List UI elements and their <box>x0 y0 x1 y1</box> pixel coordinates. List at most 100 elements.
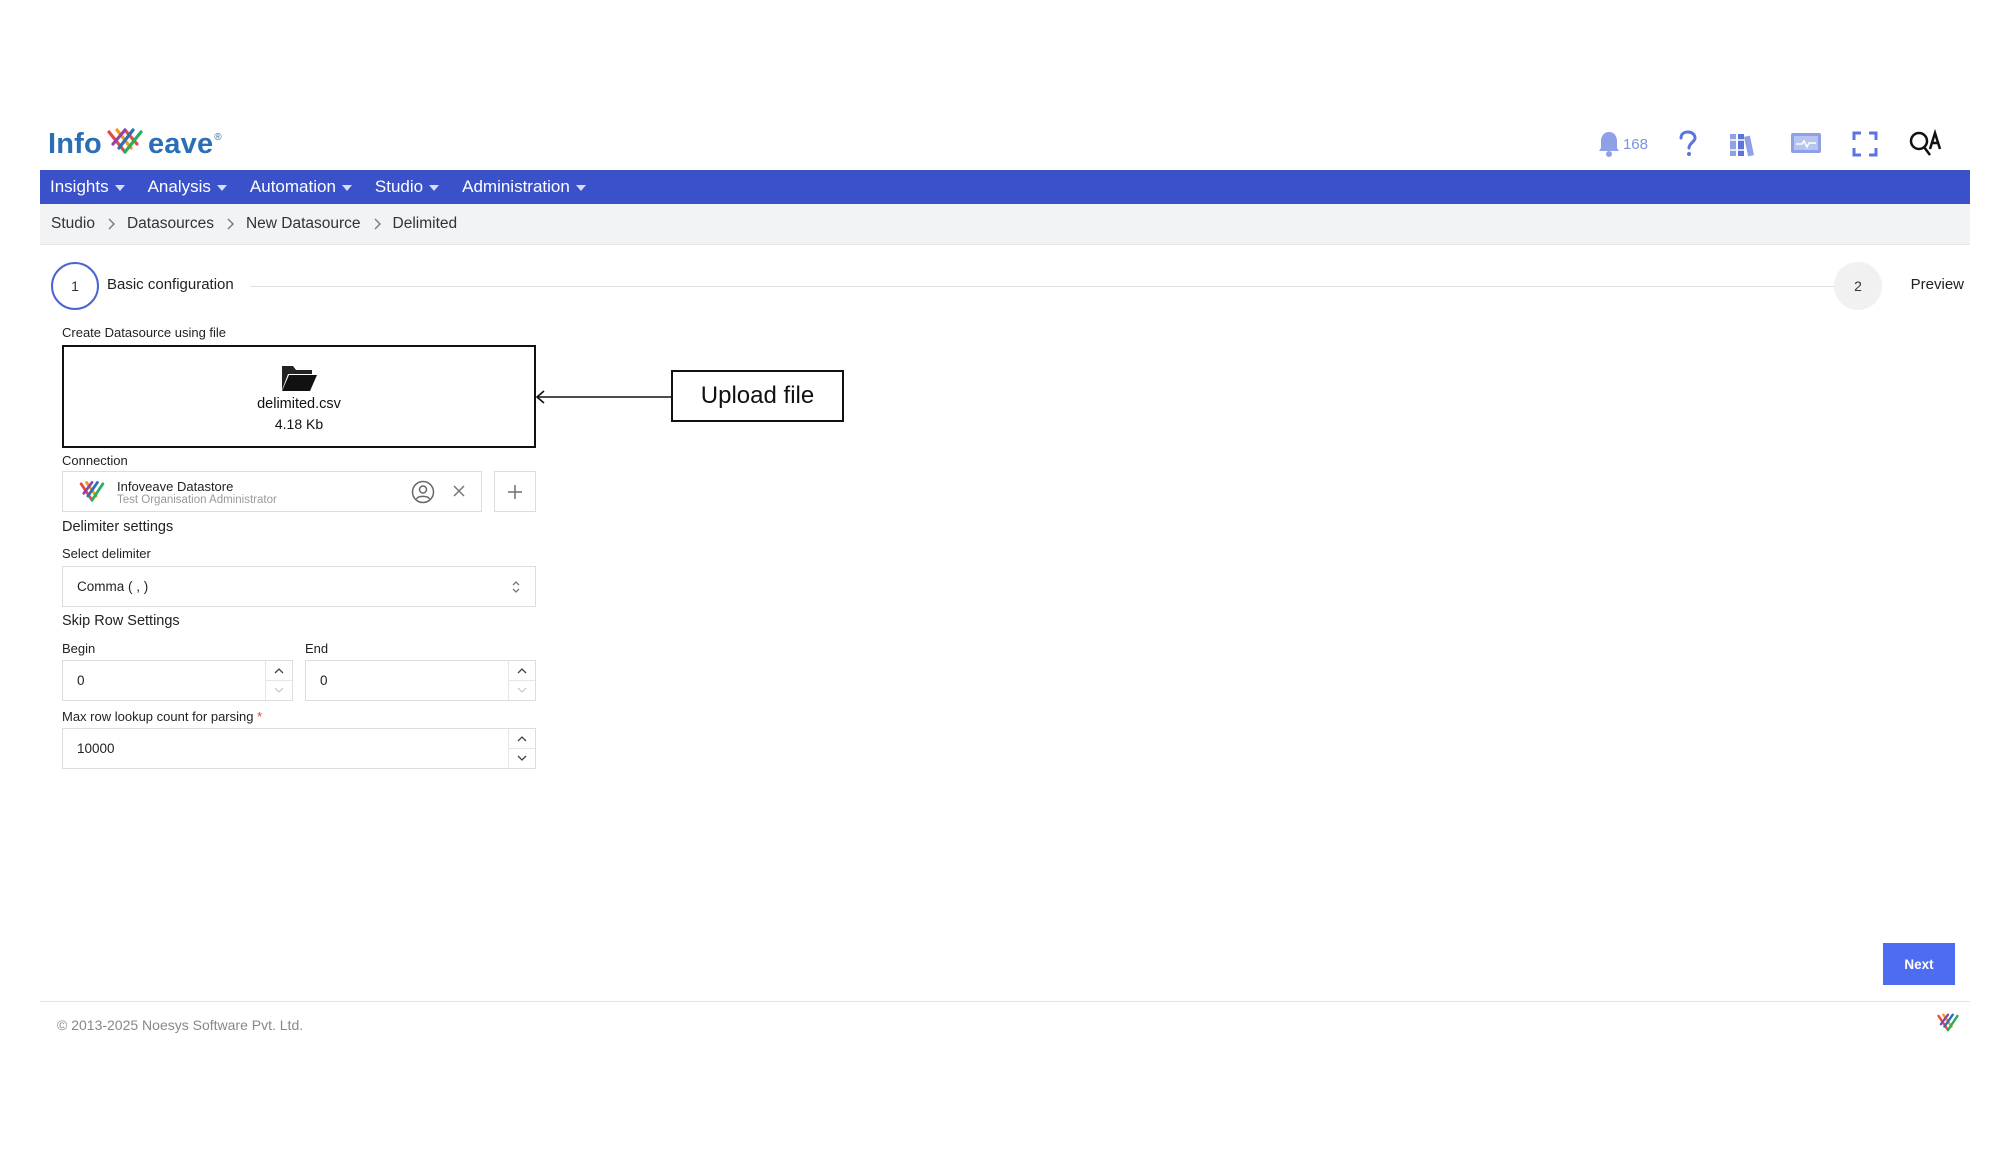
logo-registered-mark: ® <box>214 131 222 143</box>
bell-icon <box>1598 132 1619 157</box>
caret-down-icon <box>575 185 586 191</box>
delimiter-settings-title: Delimiter settings <box>62 519 174 535</box>
step-1-indicator[interactable]: 1 <box>51 262 99 310</box>
begin-label: Begin <box>62 641 96 656</box>
chevron-up-icon <box>274 667 284 674</box>
max-row-stepper <box>508 729 535 768</box>
chevron-down-icon <box>517 755 527 761</box>
chevron-up-icon <box>517 735 527 742</box>
app-shell: Info eave ® 168 Insights Analysis Automa… <box>40 118 1970 323</box>
question-mark-icon <box>1679 130 1697 156</box>
infoveave-logo-icon <box>79 481 105 502</box>
delimiter-select[interactable]: Comma ( , ) <box>62 566 536 607</box>
infoveave-logo[interactable]: Info eave ® <box>48 124 222 164</box>
caret-down-icon <box>429 185 440 191</box>
user-circle-icon <box>411 480 435 504</box>
qa-button[interactable] <box>1908 129 1942 159</box>
fullscreen-button[interactable] <box>1852 131 1878 157</box>
nav-administration[interactable]: Administration <box>462 177 586 197</box>
breadcrumb-delimited: Delimited <box>392 215 458 232</box>
step-1-label: Basic configuration <box>107 276 234 293</box>
nav-label: Insights <box>50 177 109 196</box>
annotation-arrow-icon <box>535 390 672 404</box>
end-decrement-button[interactable] <box>509 681 535 701</box>
chevron-up-down-icon <box>512 581 520 593</box>
breadcrumb-studio[interactable]: Studio <box>51 215 95 233</box>
folder-open-icon <box>282 365 317 391</box>
monitor-button[interactable] <box>1790 131 1822 157</box>
begin-stepper <box>265 661 292 700</box>
chevron-right-icon <box>107 218 115 230</box>
nav-studio[interactable]: Studio <box>374 177 440 197</box>
main-navbar: Insights Analysis Automation Studio Admi… <box>40 170 1970 204</box>
caret-down-icon <box>216 185 227 191</box>
step-2-indicator[interactable]: 2 <box>1834 262 1882 310</box>
max-row-lookup-value: 10000 <box>77 741 115 756</box>
uploaded-file-name: delimited.csv <box>257 395 341 412</box>
connection-name: Infoveave Datastore <box>117 479 234 494</box>
breadcrumb-datasources[interactable]: Datasources <box>127 215 214 233</box>
library-button[interactable] <box>1728 130 1760 158</box>
skip-begin-value: 0 <box>77 673 85 688</box>
nav-label: Administration <box>462 177 570 196</box>
chevron-right-icon <box>226 218 234 230</box>
skip-end-value: 0 <box>320 673 328 688</box>
chevron-down-icon <box>274 687 284 693</box>
logo-text-left: Info <box>48 127 102 160</box>
connection-label: Connection <box>62 453 128 468</box>
max-row-label: Max row lookup count for parsing * <box>62 709 262 724</box>
begin-increment-button[interactable] <box>266 661 292 681</box>
file-upload-dropzone[interactable]: delimited.csv 4.18 Kb <box>62 345 536 448</box>
max-row-label-text: Max row lookup count for parsing <box>62 709 254 724</box>
monitor-icon <box>1791 133 1821 153</box>
nav-automation[interactable]: Automation <box>250 177 352 197</box>
footer-divider <box>40 1001 1970 1002</box>
upload-label: Create Datasource using file <box>62 325 227 340</box>
notification-count: 168 <box>1622 135 1648 153</box>
infoveave-footer-logo-icon <box>1937 1013 1959 1032</box>
uploaded-file-size: 4.18 Kb <box>274 415 324 432</box>
chevron-right-icon <box>373 218 381 230</box>
upload-file-annotation: Upload file <box>671 370 844 422</box>
footer-copyright: © 2013-2025 Noesys Software Pvt. Ltd. <box>57 1017 304 1033</box>
header-icons: 168 <box>1597 124 1942 164</box>
plus-icon <box>508 484 522 499</box>
chevron-down-icon <box>517 687 527 693</box>
breadcrumb-new-datasource[interactable]: New Datasource <box>246 215 361 233</box>
caret-down-icon <box>341 185 352 191</box>
next-button[interactable]: Next <box>1883 943 1955 985</box>
notifications-button[interactable]: 168 <box>1597 130 1648 158</box>
fullscreen-icon <box>1852 131 1878 157</box>
skip-begin-input[interactable]: 0 <box>62 660 293 701</box>
nav-insights[interactable]: Insights <box>50 177 125 197</box>
select-delimiter-label: Select delimiter <box>62 546 151 561</box>
nav-label: Studio <box>374 177 424 196</box>
logo-mark-icon <box>107 128 143 154</box>
add-connection-button[interactable] <box>494 471 536 512</box>
nav-label: Analysis <box>147 177 211 196</box>
wizard-stepper: 1 Basic configuration 2 Preview <box>40 245 1970 323</box>
max-row-lookup-input[interactable]: 10000 <box>62 728 536 769</box>
help-button[interactable] <box>1678 130 1698 158</box>
end-increment-button[interactable] <box>509 661 535 681</box>
connection-select[interactable]: Infoveave Datastore Test Organisation Ad… <box>62 471 482 512</box>
max-row-decrement-button[interactable] <box>509 749 535 769</box>
chevron-up-icon <box>517 667 527 674</box>
close-icon[interactable] <box>451 483 467 499</box>
logo-text-right: eave <box>147 127 214 160</box>
connection-owner: Test Organisation Administrator <box>117 494 277 506</box>
top-header: Info eave ® 168 <box>40 118 1970 170</box>
max-row-increment-button[interactable] <box>509 729 535 749</box>
delimiter-select-value: Comma ( , ) <box>77 579 149 594</box>
caret-down-icon <box>114 185 125 191</box>
qa-search-icon <box>1909 129 1942 156</box>
skip-end-input[interactable]: 0 <box>305 660 536 701</box>
end-stepper <box>508 661 535 700</box>
stepper-connector <box>250 286 1852 287</box>
nav-analysis[interactable]: Analysis <box>148 177 227 197</box>
begin-decrement-button[interactable] <box>266 681 292 701</box>
nav-label: Automation <box>249 177 336 196</box>
skip-row-settings-title: Skip Row Settings <box>62 613 180 629</box>
books-icon <box>1730 134 1755 157</box>
end-label: End <box>305 641 329 656</box>
